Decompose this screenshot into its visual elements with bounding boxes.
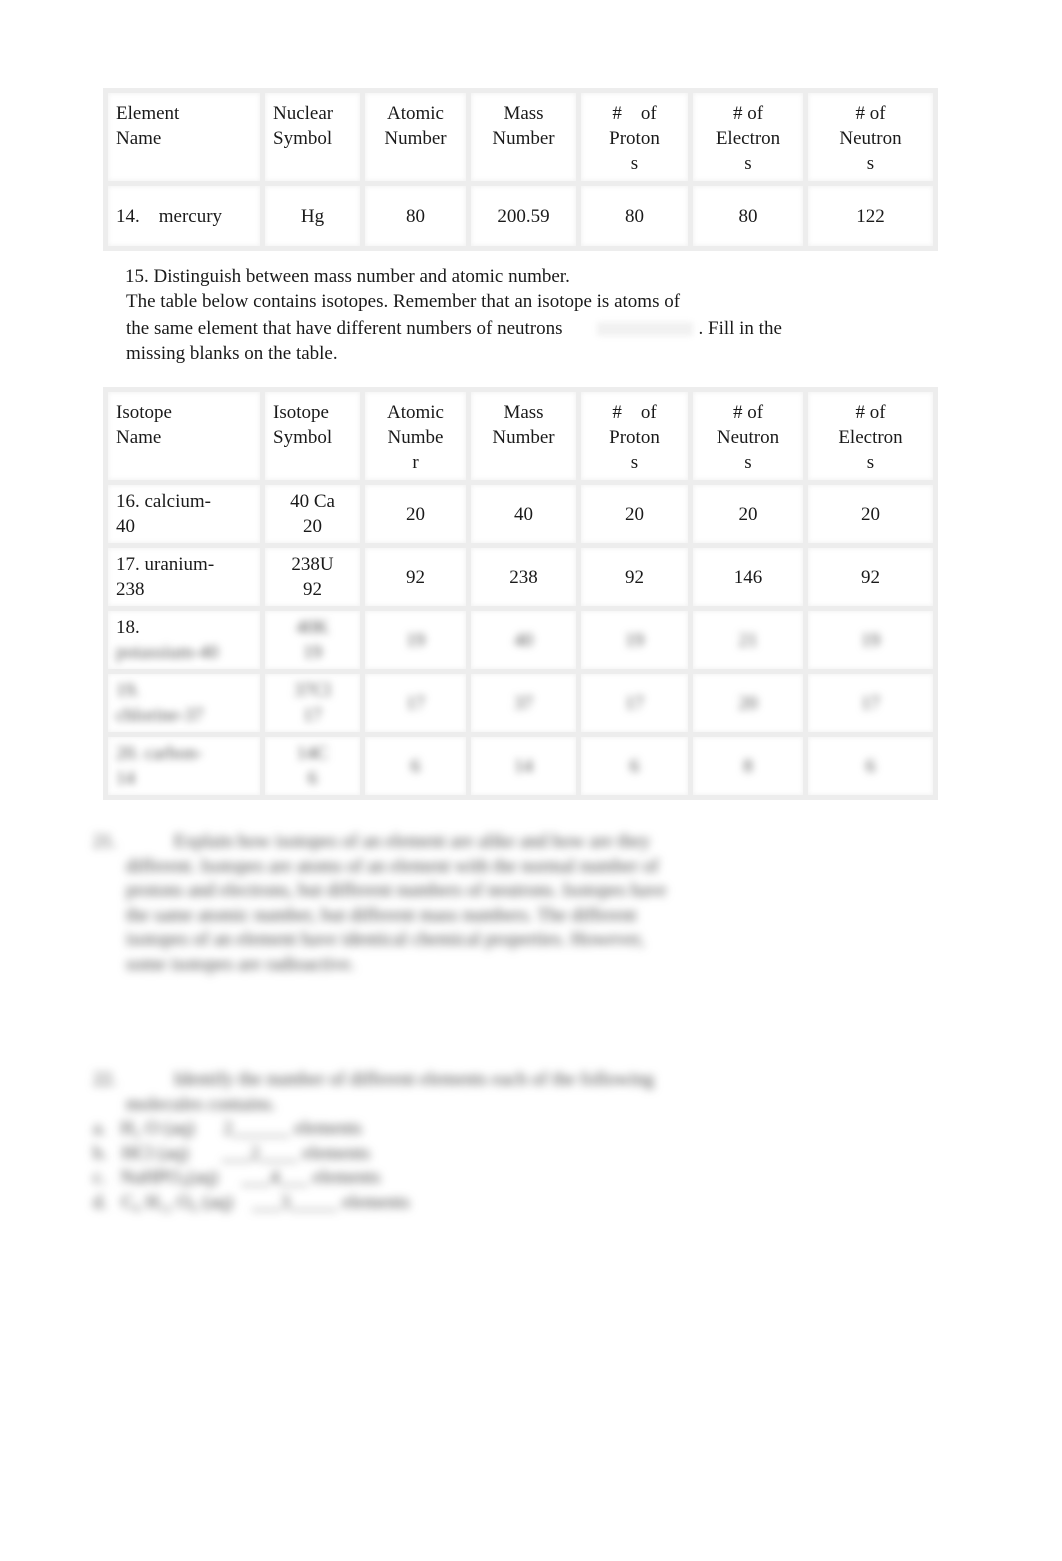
isotope-table: Isotope Name Isotope Symbol Atomic Numbe…	[103, 387, 938, 800]
electrons-cell: 6	[803, 732, 938, 800]
question-21: 21. Explain how isotopes of an element a…	[93, 830, 733, 977]
table-header-row: Element Name Nuclear Symbol Atomic Numbe…	[103, 88, 938, 186]
question-22-item: c. NaHPO₄(aq) ___4___ elements	[93, 1167, 381, 1188]
mass-number-cell: 40	[466, 606, 581, 674]
header-cell: # of Neutron s	[688, 387, 808, 485]
question-15-prompt: 15. Distinguish between mass number and …	[125, 266, 570, 287]
table-row: 14. mercury Hg 80 200.59 80 80 122	[103, 181, 938, 251]
table-row: 17. uranium- 238 238U 92 92 238 92 146 92	[103, 543, 938, 611]
question-21-line: the same atomic number, but different ma…	[126, 904, 637, 926]
header-cell: Atomic Numbe r	[360, 387, 471, 485]
atomic-number-cell: 19	[360, 606, 471, 674]
electrons-cell: 80	[688, 181, 808, 251]
protons-cell: 92	[576, 543, 693, 611]
neutrons-cell: 21	[688, 606, 808, 674]
question-22-item: a. H₂ O (aq) 2______ elements	[93, 1118, 362, 1139]
question-15-text-line: the same element that have different num…	[126, 318, 782, 339]
header-cell: # of Neutron s	[803, 88, 938, 186]
question-21-line: protons and electrons, but different num…	[126, 880, 667, 901]
electrons-cell: 17	[803, 669, 938, 737]
table-row: 20. carbon- 14 14C 6 6 14 6 8 6	[103, 732, 938, 800]
answer-blank	[596, 322, 693, 336]
isotope-symbol-cell: 40K 19	[260, 606, 365, 674]
mass-number-cell: 238	[466, 543, 581, 611]
question-21-line: some isotopes are radioactive.	[126, 953, 355, 975]
header-cell: # of Electron s	[688, 88, 808, 186]
question-22: 22. Identify the number of different ele…	[93, 1068, 753, 1215]
header-cell: Mass Number	[466, 387, 581, 485]
nuclear-symbol-cell: Hg	[260, 181, 365, 251]
neutrons-cell: 146	[688, 543, 808, 611]
question-22-item: b. HCl (aq) ___2____ elements	[93, 1142, 371, 1164]
question-21-line: 21. Explain how isotopes of an element a…	[93, 831, 651, 852]
mass-number-cell: 40	[466, 480, 581, 548]
header-cell: Element Name	[103, 88, 265, 186]
question-15-text-line: missing blanks on the table.	[126, 343, 338, 364]
table-row: 16. calcium- 40 40 Ca 20 20 40 20 20 20	[103, 480, 938, 548]
element-name-cell: 14. mercury	[103, 181, 265, 251]
isotope-name-cell: 16. calcium- 40	[103, 480, 265, 548]
protons-cell: 20	[576, 480, 693, 548]
table-row: 19. chlorine-37 37Cl 17 17 37 17 20 17	[103, 669, 938, 737]
protons-cell: 6	[576, 732, 693, 800]
question-22-item: d. C₆ H₁₂ O₆ (aq) ___3_____ elements	[93, 1191, 410, 1213]
isotope-symbol-cell: 238U 92	[260, 543, 365, 611]
neutrons-cell: 122	[803, 181, 938, 251]
isotope-name-cell: 17. uranium- 238	[103, 543, 265, 611]
table-row: 18. potassium-40 40K 19 19 40 19 21 19	[103, 606, 938, 674]
neutrons-cell: 8	[688, 732, 808, 800]
isotope-symbol-cell: 37Cl 17	[260, 669, 365, 737]
isotope-symbol-cell: 40 Ca 20	[260, 480, 365, 548]
protons-cell: 19	[576, 606, 693, 674]
header-cell: # of Proton s	[576, 88, 693, 186]
electrons-cell: 20	[803, 480, 938, 548]
header-cell: Atomic Number	[360, 88, 471, 186]
atomic-number-cell: 92	[360, 543, 471, 611]
header-cell: # of Electron s	[803, 387, 938, 485]
protons-cell: 80	[576, 181, 693, 251]
question-15-text-line: The table below contains isotopes. Remem…	[126, 291, 681, 312]
header-cell: Isotope Symbol	[260, 387, 365, 485]
isotope-name-cell: 20. carbon- 14	[103, 732, 265, 800]
isotope-table-body: 16. calcium- 40 40 Ca 20 20 40 20 20 20 17. ur…	[103, 480, 938, 800]
atomic-number-cell: 6	[360, 732, 471, 800]
question-15: 15. Distinguish between mass number and …	[125, 264, 846, 366]
question-21-line: isotopes of an element have identical ch…	[126, 929, 645, 950]
protons-cell: 17	[576, 669, 693, 737]
header-cell: # of Proton s	[576, 387, 693, 485]
atomic-number-cell: 80	[360, 181, 471, 251]
element-table: Element Name Nuclear Symbol Atomic Numbe…	[103, 88, 938, 251]
electrons-cell: 19	[803, 606, 938, 674]
electrons-cell: 92	[803, 543, 938, 611]
isotope-name-cell: 19. chlorine-37	[103, 669, 265, 737]
table-header-row: Isotope Name Isotope Symbol Atomic Numbe…	[103, 387, 938, 485]
isotope-name-cell: 18. potassium-40	[103, 606, 265, 674]
atomic-number-cell: 20	[360, 480, 471, 548]
mass-number-cell: 14	[466, 732, 581, 800]
mass-number-cell: 200.59	[466, 181, 581, 251]
question-22-line: molecules contains.	[126, 1093, 276, 1115]
header-cell: Mass Number	[466, 88, 581, 186]
header-cell: Nuclear Symbol	[260, 88, 365, 186]
question-22-line: 22. Identify the number of different ele…	[93, 1069, 655, 1090]
atomic-number-cell: 17	[360, 669, 471, 737]
question-21-line: different. Isotopes are atoms of an elem…	[126, 855, 659, 877]
neutrons-cell: 20	[688, 480, 808, 548]
isotope-symbol-cell: 14C 6	[260, 732, 365, 800]
mass-number-cell: 37	[466, 669, 581, 737]
header-cell: Isotope Name	[103, 387, 265, 485]
neutrons-cell: 20	[688, 669, 808, 737]
